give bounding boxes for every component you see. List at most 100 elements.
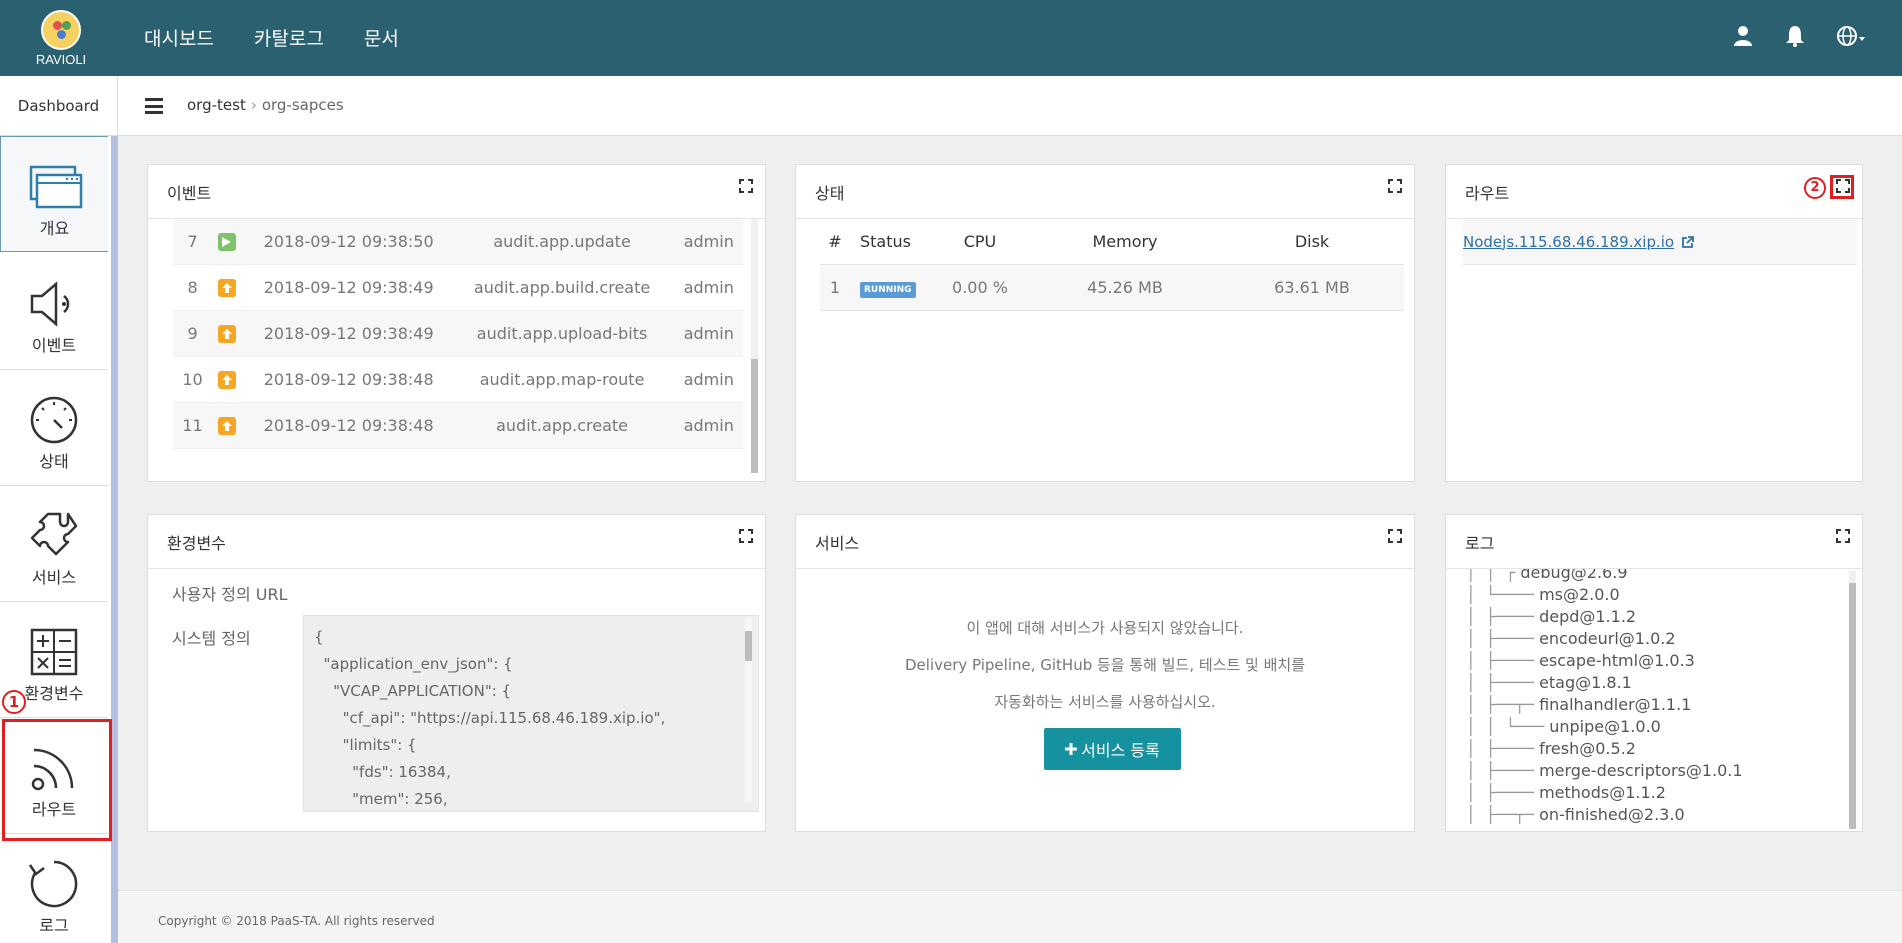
sidebar-item-label: 로그 bbox=[39, 916, 69, 935]
log-tree: │ ├──── bbox=[1466, 629, 1540, 648]
env-panel: 환경변수 사용자 정의 URL 시스템 정의 { "application_en… bbox=[147, 514, 766, 832]
breadcrumb-org[interactable]: org-test bbox=[187, 96, 246, 114]
system-label: 시스템 정의 bbox=[172, 629, 251, 648]
scrollbar-thumb[interactable] bbox=[1849, 583, 1856, 829]
event-user: admin bbox=[683, 370, 734, 389]
external-link-icon[interactable] bbox=[1682, 235, 1694, 248]
event-date: 2018-09-12 09:38:48 bbox=[263, 370, 434, 389]
event-date: 2018-09-12 09:38:48 bbox=[263, 416, 434, 435]
expand-icon[interactable] bbox=[1388, 529, 1402, 543]
expand-icon[interactable] bbox=[739, 179, 753, 193]
sidebar-item-label: 서비스 bbox=[31, 568, 77, 587]
log-tree: │ ├──┬─ bbox=[1466, 695, 1540, 714]
log-text: escape-html@1.0.3 bbox=[1539, 651, 1695, 670]
top-navbar: RAVIOLI 대시보드 카탈로그 문서 bbox=[0, 0, 1902, 76]
highlight-expand bbox=[1830, 175, 1854, 199]
log-tree: │ ├──── bbox=[1466, 739, 1540, 758]
expand-icon[interactable] bbox=[1836, 529, 1850, 543]
event-num: 10 bbox=[182, 370, 203, 389]
nav-dashboard[interactable]: 대시보드 bbox=[144, 24, 214, 51]
log-tree: │ ├──── bbox=[1466, 651, 1540, 670]
calculator-icon bbox=[30, 628, 78, 676]
user-icon[interactable] bbox=[1733, 25, 1753, 47]
column-header: Memory bbox=[1092, 232, 1158, 251]
event-num: 8 bbox=[187, 278, 198, 297]
nav-catalog[interactable]: 카탈로그 bbox=[254, 24, 324, 51]
log-line: │ └──── ms@2.0.0 bbox=[1466, 585, 1861, 607]
refresh-icon bbox=[28, 860, 78, 908]
sidebar-item-overview[interactable]: 개요 bbox=[0, 136, 108, 252]
logs-scrollbar[interactable] bbox=[1849, 571, 1856, 829]
events-scrollbar[interactable] bbox=[751, 219, 758, 473]
column-header: # bbox=[828, 232, 842, 251]
log-tree: │ ├──── bbox=[1466, 783, 1540, 802]
speaker-icon bbox=[30, 281, 70, 327]
log-line: │ │ └─── unpipe@1.0.0 bbox=[1466, 717, 1861, 739]
table-row: 11 2018-09-12 09:38:48 audit.app.create … bbox=[173, 403, 743, 449]
log-text: methods@1.1.2 bbox=[1539, 783, 1666, 802]
routes-panel: 라우트 2 Nodejs.115.68.46.189.xip.io bbox=[1445, 164, 1863, 482]
sidebar-item-label: 상태 bbox=[39, 452, 69, 471]
breadcrumb-bar: Dashboard org-test › org-sapces bbox=[0, 76, 1902, 136]
services-empty-message: Delivery Pipeline, GitHub 등을 통해 빌드, 테스트 … bbox=[904, 656, 1306, 674]
cpu-value: 0.00 % bbox=[952, 278, 1008, 297]
column-header: Status bbox=[860, 232, 911, 251]
bell-icon[interactable] bbox=[1785, 25, 1805, 47]
highlight-routes bbox=[2, 719, 112, 841]
event-user: admin bbox=[683, 416, 734, 435]
env-json-textarea[interactable]: { "application_env_json": { "VCAP_APPLIC… bbox=[303, 615, 759, 812]
event-num: 9 bbox=[187, 324, 198, 343]
log-line: │ ├──── etag@1.8.1 bbox=[1466, 673, 1861, 695]
table-header: # Status CPU Memory Disk bbox=[820, 219, 1404, 265]
list-item: Nodejs.115.68.46.189.xip.io bbox=[1463, 219, 1857, 265]
event-type: audit.app.build.create bbox=[473, 278, 651, 297]
arrow-up-icon bbox=[218, 324, 236, 343]
log-line: │ ├──── merge-descriptors@1.0.1 bbox=[1466, 761, 1861, 783]
sidebar-item-status[interactable]: 상태 bbox=[0, 370, 108, 486]
env-scrollbar[interactable] bbox=[745, 617, 752, 802]
event-date: 2018-09-12 09:38:49 bbox=[263, 324, 434, 343]
sidebar-item-events[interactable]: 이벤트 bbox=[0, 254, 108, 370]
log-text: fresh@0.5.2 bbox=[1539, 739, 1636, 758]
log-output: │ │ ┌ debug@2.6.9 │ └──── ms@2.0.0 │ ├──… bbox=[1466, 569, 1861, 831]
menu-toggle-icon[interactable] bbox=[145, 98, 163, 114]
log-line: │ ├──── encodeurl@1.0.2 bbox=[1466, 629, 1861, 651]
status-panel: 상태 # Status CPU Memory Disk 1 RUNNING 0.… bbox=[795, 164, 1415, 482]
events-table: 7 2018-09-12 09:38:50 audit.app.update a… bbox=[173, 219, 743, 463]
scrollbar-thumb[interactable] bbox=[745, 631, 752, 661]
panel-title: 환경변수 bbox=[148, 515, 765, 569]
footer: Copyright © 2018 PaaS-TA. All rights res… bbox=[118, 890, 1902, 943]
sidebar-item-logs[interactable]: 로그 bbox=[0, 834, 108, 943]
table-row: 9 2018-09-12 09:38:49 audit.app.upload-b… bbox=[173, 311, 743, 357]
log-text: debug@2.6.9 bbox=[1515, 569, 1628, 582]
expand-icon[interactable] bbox=[739, 529, 753, 543]
log-line: │ ├──┬─ on-finished@2.3.0 bbox=[1466, 805, 1861, 827]
services-empty-message: 이 앱에 대해 서비스가 사용되지 않았습니다. bbox=[966, 619, 1244, 637]
nav-docs[interactable]: 문서 bbox=[364, 24, 399, 51]
disk-value: 63.61 MB bbox=[1274, 278, 1350, 297]
dashboard-link[interactable]: Dashboard bbox=[0, 76, 118, 136]
json-line: "VCAP_APPLICATION": { bbox=[314, 682, 512, 700]
json-line: { bbox=[314, 628, 324, 646]
log-line: │ ├──── methods@1.1.2 bbox=[1466, 783, 1861, 805]
register-service-button[interactable]: 서비스 등록 bbox=[1044, 728, 1181, 770]
brand-logo[interactable]: RAVIOLI bbox=[30, 10, 92, 67]
marker-1: 1 bbox=[2, 690, 26, 714]
event-type: audit.app.map-route bbox=[479, 370, 645, 389]
sidebar-item-services[interactable]: 서비스 bbox=[0, 486, 108, 602]
globe-icon[interactable] bbox=[1837, 25, 1867, 47]
copyright-text: Copyright © 2018 PaaS-TA. All rights res… bbox=[158, 914, 435, 928]
events-panel: 이벤트 7 2018-09-12 09:38:50 audit.app.upda… bbox=[147, 164, 766, 482]
route-link[interactable]: Nodejs.115.68.46.189.xip.io bbox=[1463, 233, 1674, 251]
log-text: depd@1.1.2 bbox=[1539, 607, 1637, 626]
column-header: Disk bbox=[1294, 232, 1330, 251]
memory-value: 45.26 MB bbox=[1087, 278, 1163, 297]
breadcrumb: org-test › org-sapces bbox=[187, 96, 344, 114]
instance-num: 1 bbox=[829, 278, 841, 297]
panel-title: 로그 bbox=[1446, 515, 1862, 569]
breadcrumb-space[interactable]: org-sapces bbox=[262, 96, 344, 114]
expand-icon[interactable] bbox=[1388, 179, 1402, 193]
log-tree: │ ├──── bbox=[1466, 673, 1540, 692]
plus-icon bbox=[1065, 743, 1078, 755]
scrollbar-thumb[interactable] bbox=[751, 359, 758, 473]
